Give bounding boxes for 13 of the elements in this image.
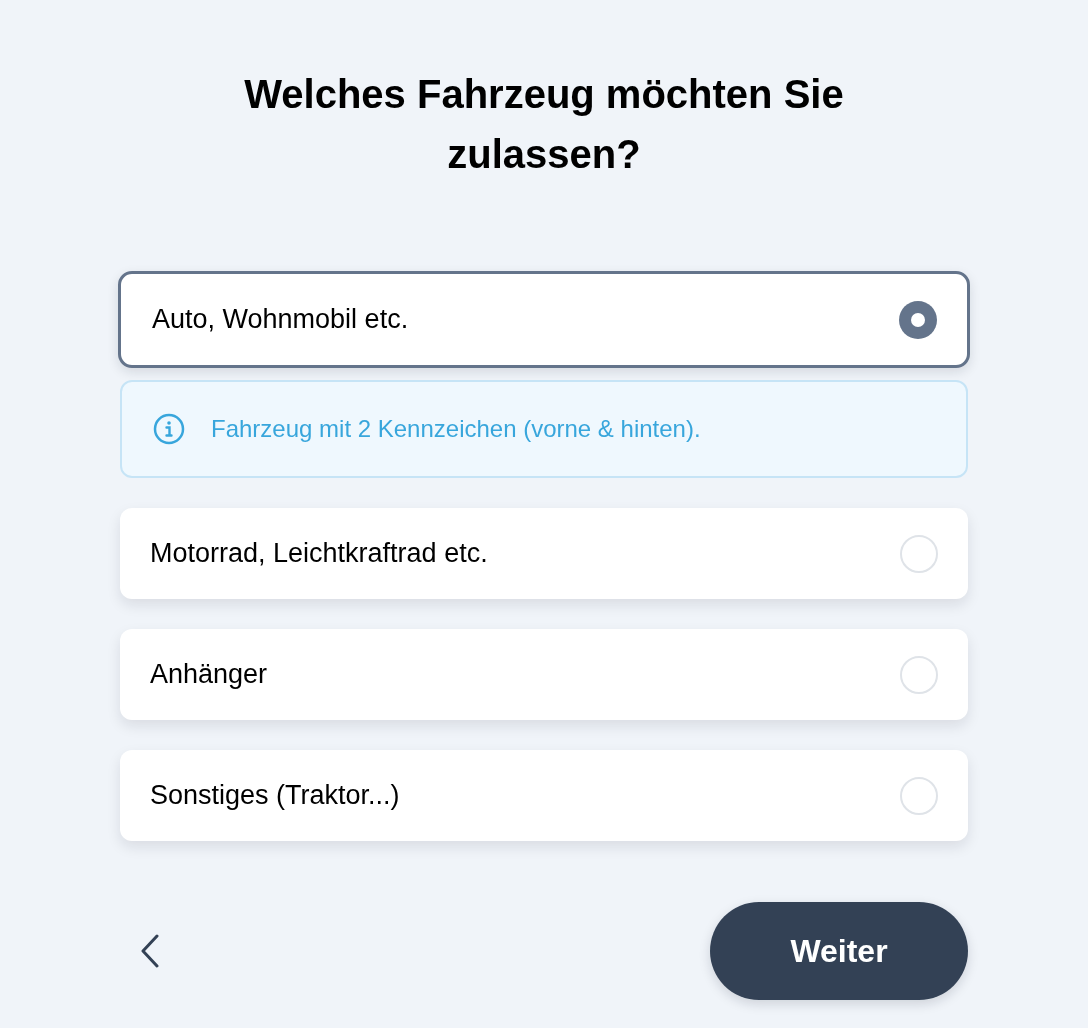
info-icon (153, 413, 185, 445)
radio-icon (900, 534, 938, 573)
radio-icon (900, 655, 938, 694)
option-card[interactable]: Sonstiges (Traktor...) (120, 750, 968, 841)
radio-selected-icon (899, 300, 937, 339)
option-card[interactable]: Anhänger (120, 629, 968, 720)
info-text: Fahrzeug mit 2 Kennzeichen (vorne & hinten). (211, 414, 701, 444)
chevron-left-icon (140, 934, 160, 968)
option-card[interactable]: Auto, Wohnmobil etc. (118, 271, 970, 368)
radio-icon (900, 776, 938, 815)
next-button[interactable]: Weiter (710, 902, 968, 1000)
page-title: Welches Fahrzeug möchten Sie zulassen? (243, 71, 845, 178)
option-card[interactable]: Motorrad, Leichtkraftrad etc. (120, 508, 968, 599)
